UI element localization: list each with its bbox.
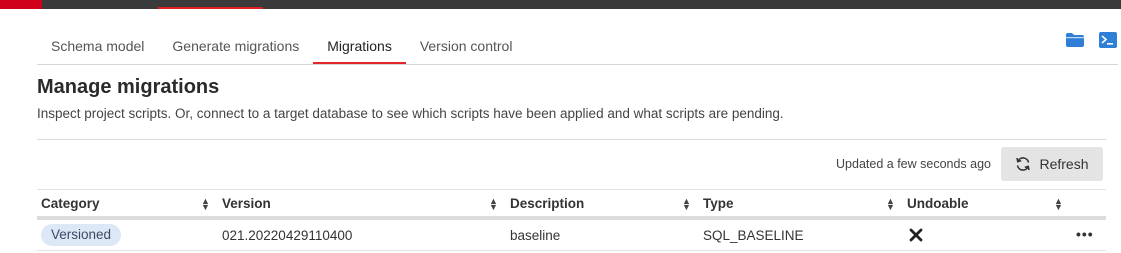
sort-icon[interactable]: ▲ ▼ [1054,197,1063,212]
description-cell: baseline [510,228,561,243]
more-icon[interactable]: ••• [1076,227,1094,241]
type-cell: SQL_BASELINE [703,228,804,243]
refresh-button-label: Refresh [1039,156,1089,172]
sort-icon[interactable]: ▲ ▼ [682,197,691,212]
top-bar [0,0,1121,9]
column-header-version[interactable]: Version [222,196,271,211]
column-header-category[interactable]: Category [41,196,100,211]
sort-icon[interactable]: ▲ ▼ [201,197,210,212]
category-badge: Versioned [41,224,122,246]
version-cell: 021.20220429110400 [222,228,353,243]
tab-bar: Schema model Generate migrations Migrati… [37,27,526,65]
folder-icon[interactable] [1066,33,1084,47]
sort-icon[interactable]: ▲ ▼ [489,197,498,212]
tab-bar-divider [37,64,1118,65]
terminal-icon[interactable] [1099,32,1117,48]
page-subtitle: Inspect project scripts. Or, connect to … [37,106,784,121]
column-header-description[interactable]: Description [510,196,584,211]
tab-migrations[interactable]: Migrations [313,27,406,65]
refresh-button[interactable]: Refresh [1001,147,1103,181]
tab-schema-model[interactable]: Schema model [37,27,158,65]
tab-version-control[interactable]: Version control [406,27,527,65]
section-divider [37,139,1106,140]
last-updated-text: Updated a few seconds ago [836,157,991,171]
table-header-border [37,216,1106,220]
page-title: Manage migrations [37,76,220,98]
x-icon [909,228,923,242]
table-row-border [37,250,1106,251]
column-header-type[interactable]: Type [703,196,734,211]
column-header-undoable[interactable]: Undoable [907,196,969,211]
sort-icon[interactable]: ▲ ▼ [886,197,895,212]
top-bar-active-indicator [158,7,263,9]
app-logo-block [0,0,42,9]
refresh-icon [1016,157,1031,171]
table-top-border [37,189,1106,190]
tab-generate-migrations[interactable]: Generate migrations [158,27,313,65]
